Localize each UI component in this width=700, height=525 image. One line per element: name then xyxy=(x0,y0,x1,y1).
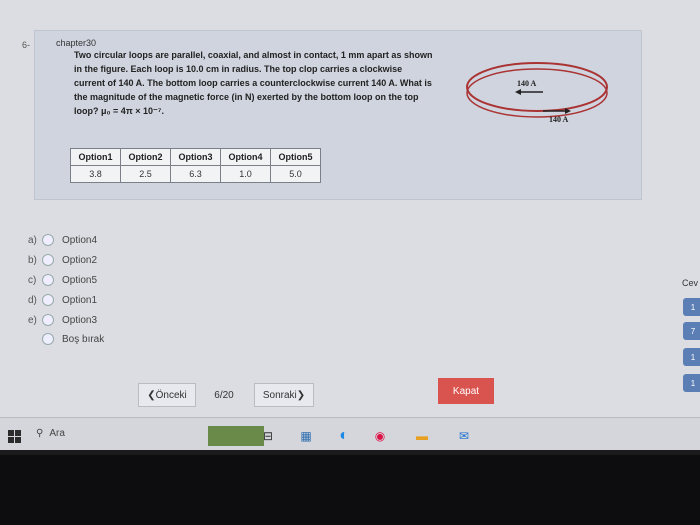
edge-icon[interactable]: ◐ xyxy=(334,426,354,446)
option-label: Option3 xyxy=(62,314,98,326)
radio-button[interactable] xyxy=(42,314,54,326)
table-header: Option4 xyxy=(220,148,271,166)
option-letter: d) xyxy=(28,294,37,306)
side-question-pill[interactable]: 1 xyxy=(683,348,700,366)
windows-start-icon[interactable] xyxy=(8,430,21,443)
table-cell: 5.0 xyxy=(270,165,321,183)
coaxial-loops-figure: 140 A 140 A xyxy=(466,62,608,124)
leave-blank-option[interactable]: Boş bırak xyxy=(42,333,104,345)
radio-button[interactable] xyxy=(42,294,54,306)
option-letter: b) xyxy=(28,254,37,266)
option-label: Option5 xyxy=(62,274,98,286)
answer-option-d[interactable]: d) Option1 xyxy=(28,290,97,310)
teams-icon[interactable]: ▦ xyxy=(296,426,316,446)
answer-option-b[interactable]: b) Option2 xyxy=(28,250,97,270)
option-letter: a) xyxy=(28,234,37,246)
taskbar-search[interactable]: ⚲ Ara xyxy=(36,428,65,439)
search-icon: ⚲ xyxy=(36,428,44,439)
page-indicator: 6/20 xyxy=(214,389,234,401)
answer-option-a[interactable]: a) Option4 xyxy=(28,230,97,250)
search-label: Ara xyxy=(49,428,65,439)
taskbar: ⚲ Ara ⊟ ▦ ◐ ◉ ▬ ✉ xyxy=(0,417,700,450)
radio-button[interactable] xyxy=(42,274,54,286)
table-header-row: Option1 Option2 Option3 Option4 Option5 xyxy=(70,148,321,166)
table-cell: 1.0 xyxy=(220,165,271,183)
close-button[interactable]: Kapat xyxy=(438,378,494,404)
options-table: Option1 Option2 Option3 Option4 Option5 … xyxy=(70,148,321,183)
exam-screen: 140 A 140 A 6- chapter30 Two circular lo… xyxy=(0,0,700,450)
option-label: Option2 xyxy=(62,254,98,266)
answer-option-c[interactable]: c) Option5 xyxy=(28,270,97,290)
table-header: Option3 xyxy=(170,148,221,166)
table-cell: 3.8 xyxy=(70,165,121,183)
radio-button[interactable] xyxy=(42,333,54,345)
leave-blank-label: Boş bırak xyxy=(62,333,105,345)
option-letter: e) xyxy=(28,314,37,326)
radio-button[interactable] xyxy=(42,254,54,266)
table-cell: 6.3 xyxy=(170,165,221,183)
question-number: 6- xyxy=(22,40,31,50)
option-label: Option1 xyxy=(62,294,98,306)
taskbar-thumbnail-icon[interactable] xyxy=(208,426,264,446)
side-question-pill[interactable]: 7 xyxy=(683,322,700,340)
chapter-label: chapter30 xyxy=(56,38,97,48)
mail-icon[interactable]: ✉ xyxy=(454,426,474,446)
answer-options: a) Option4 b) Option2 c) Option5 d) Opti… xyxy=(28,230,97,330)
bottom-current-label: 140 A xyxy=(549,115,569,124)
option-letter: c) xyxy=(28,274,37,286)
answer-option-e[interactable]: e) Option3 xyxy=(28,310,97,330)
bottom-loop xyxy=(466,68,608,118)
table-header: Option5 xyxy=(270,148,321,166)
task-view-icon[interactable]: ⊟ xyxy=(258,426,278,446)
table-header: Option2 xyxy=(120,148,171,166)
side-panel-label: Cev xyxy=(682,278,699,288)
next-button[interactable]: Sonraki❯ xyxy=(254,383,314,407)
option-label: Option4 xyxy=(62,234,98,246)
monitor-bezel xyxy=(0,455,700,525)
radio-button[interactable] xyxy=(42,234,54,246)
top-loop xyxy=(466,62,608,112)
table-cell: 2.5 xyxy=(120,165,171,183)
top-current-label: 140 A xyxy=(517,79,537,88)
side-question-pill[interactable]: 1 xyxy=(683,298,700,316)
table-header: Option1 xyxy=(70,148,121,166)
side-question-pill[interactable]: 1 xyxy=(683,374,700,392)
question-text: Two circular loops are parallel, coaxial… xyxy=(74,50,433,116)
chrome-icon[interactable]: ◉ xyxy=(370,426,390,446)
table-row: 3.8 2.5 6.3 1.0 5.0 xyxy=(70,165,321,183)
previous-button[interactable]: ❮Önceki xyxy=(138,383,196,407)
file-explorer-icon[interactable]: ▬ xyxy=(412,426,432,446)
